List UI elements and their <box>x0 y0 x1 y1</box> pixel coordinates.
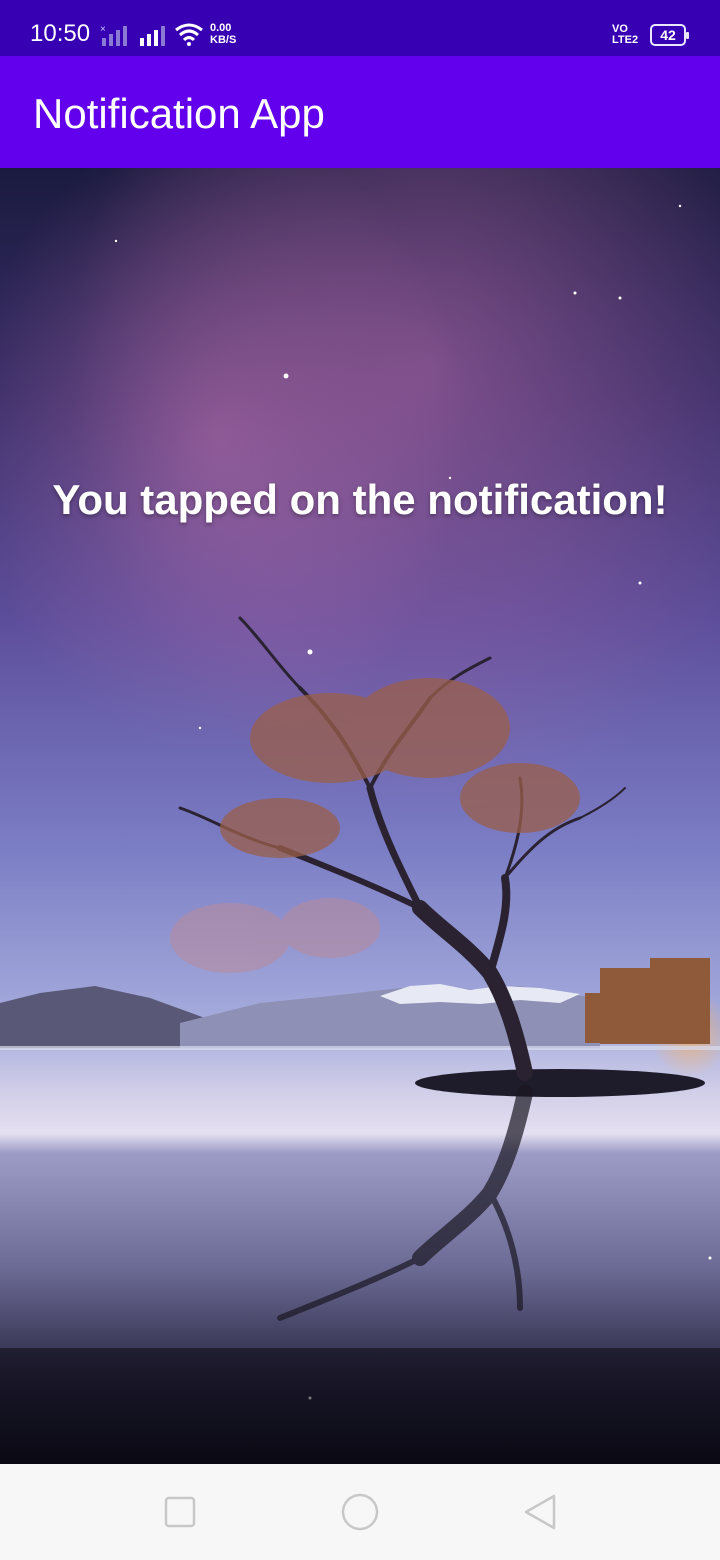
battery-level: 42 <box>660 27 676 43</box>
main-content: You tapped on the notification! <box>0 168 720 1464</box>
network-speed-unit: KB/S <box>210 34 237 46</box>
status-bar: 10:50 × 0.00 KB/S VO LTE2 42 <box>0 0 720 56</box>
background-image <box>0 168 720 1464</box>
notification-tapped-message: You tapped on the notification! <box>52 476 668 523</box>
app-title: Notification App <box>33 90 325 137</box>
battery-icon: 42 <box>650 24 689 46</box>
volte-indicator: VO LTE2 <box>612 24 638 46</box>
lte-label: LTE2 <box>612 34 639 46</box>
recents-square-icon[interactable] <box>160 1492 200 1532</box>
signal-sim2-icon <box>140 26 165 46</box>
network-speed-value: 0.00 <box>210 22 232 34</box>
network-speed: 0.00 KB/S <box>210 22 236 46</box>
signal-sim1-icon: × <box>100 24 127 46</box>
wifi-icon <box>175 23 203 46</box>
navigation-bar <box>0 1464 720 1560</box>
app-bar: Notification App <box>0 56 720 168</box>
home-circle-icon[interactable] <box>340 1492 380 1532</box>
status-time: 10:50 <box>30 20 91 47</box>
svg-text:×: × <box>100 24 106 35</box>
back-triangle-icon[interactable] <box>520 1492 560 1532</box>
